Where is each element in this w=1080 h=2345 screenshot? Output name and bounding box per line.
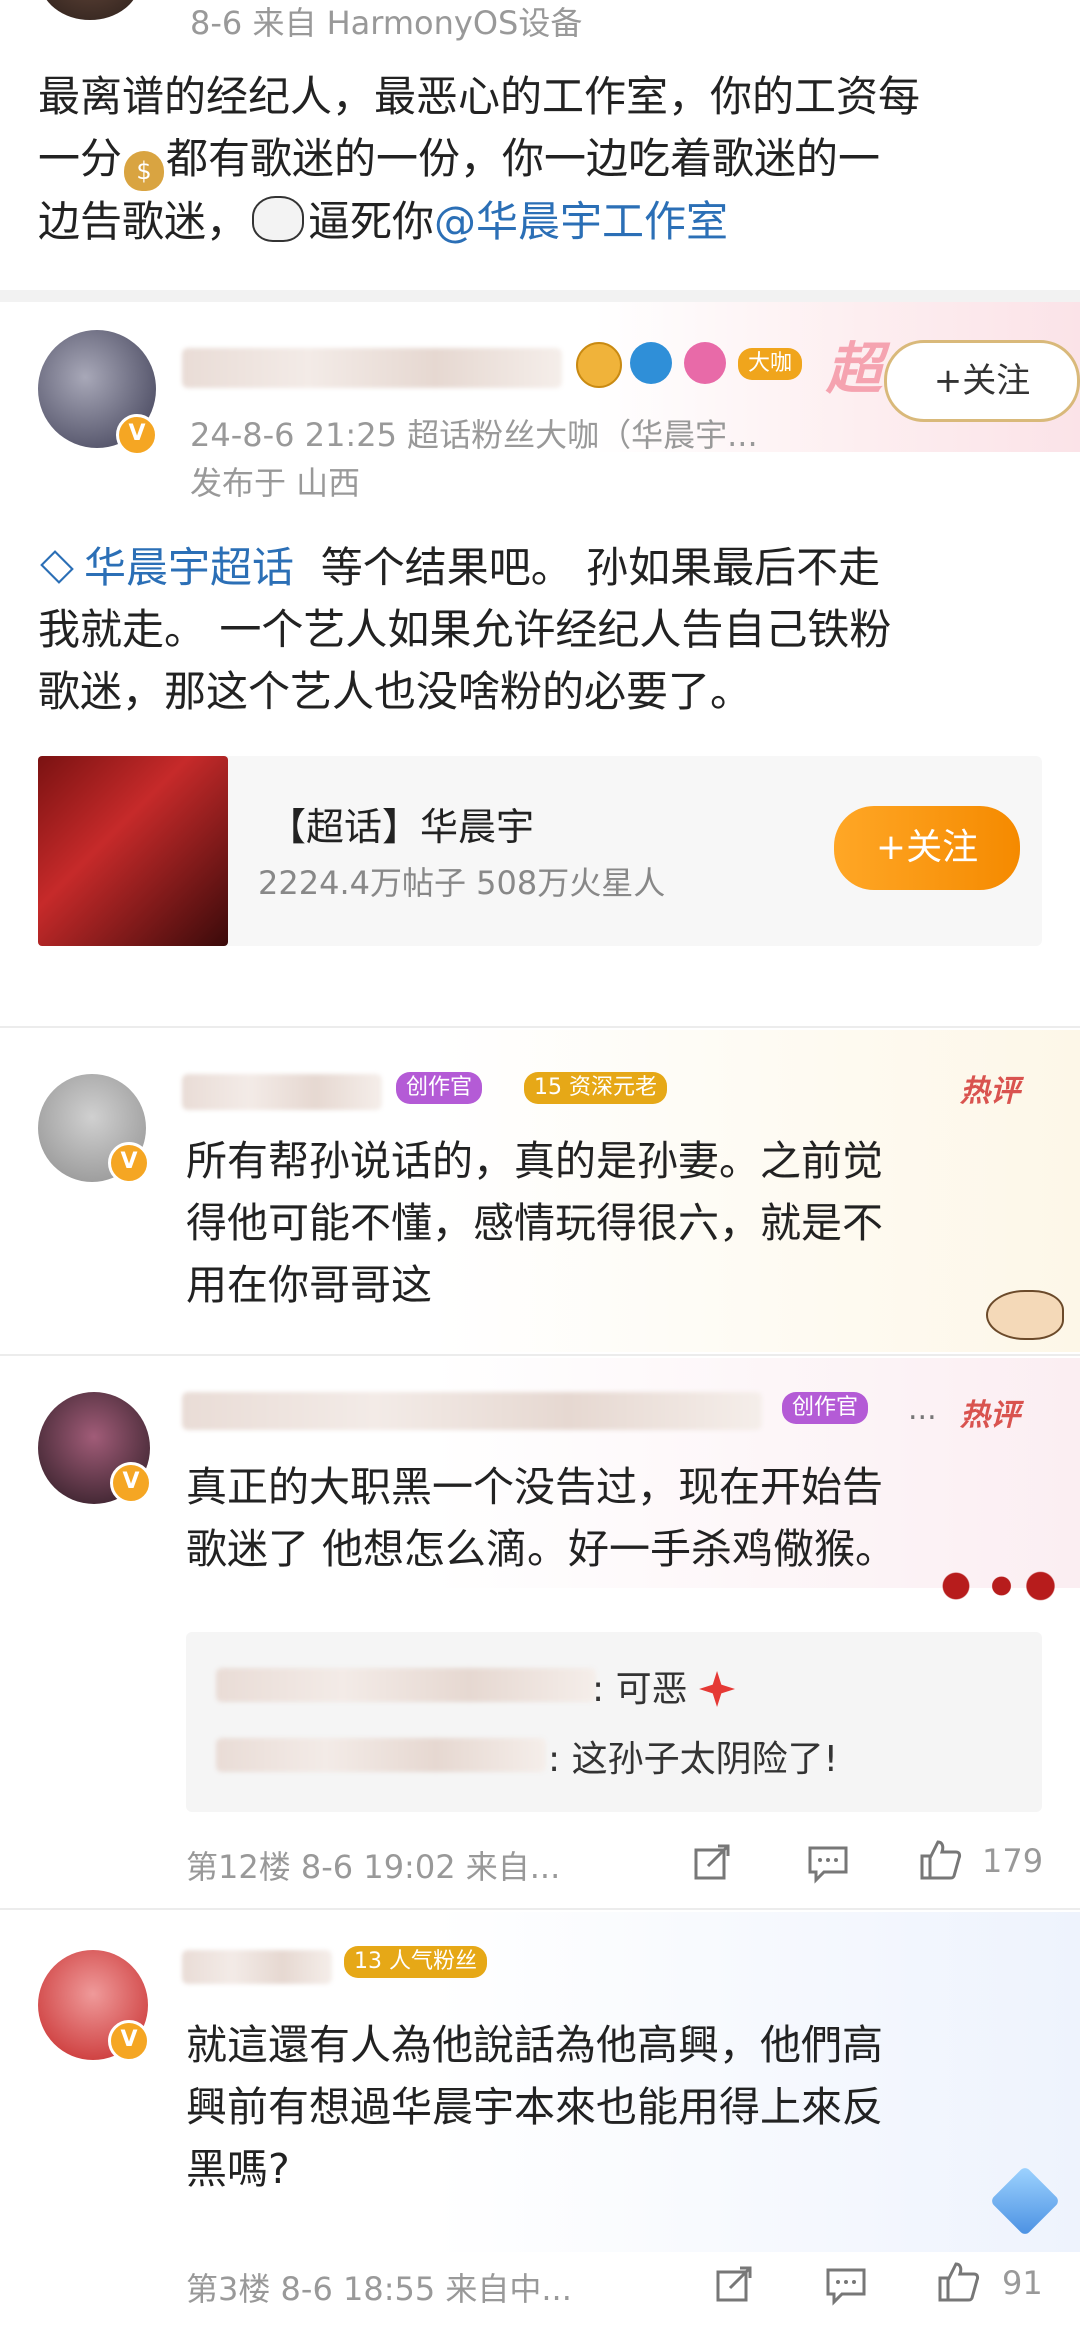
- commenter-name[interactable]: [182, 1950, 332, 1984]
- super-topic-link[interactable]: 华晨宇超话: [84, 543, 294, 592]
- reply-text: : 这孙子太阴险了!: [548, 1739, 839, 1780]
- super-topic-icon: [40, 550, 74, 584]
- like-icon[interactable]: [916, 1836, 964, 1884]
- comment-text: 就這還有人為他說話為他高興，他們高 興前有想過华晨宇本來也能用得上來反 黑嗎?: [186, 2021, 883, 2193]
- comment-text: 真正的大职黑一个没告过，现在开始告 歌迷了 他想怎么滴。好一手杀鸡儆猴。: [186, 1463, 897, 1573]
- big-shot-badge: 大咖: [738, 348, 803, 380]
- creator-badge: 创作官: [396, 1072, 483, 1104]
- hot-comment-tag: 热评: [960, 1074, 1020, 1109]
- comment-floor-info: 第3楼 8-6 18:55 来自中...: [186, 2270, 572, 2308]
- card-title: 【超话】华晨宇: [268, 805, 535, 849]
- mention-link[interactable]: @华晨宇工作室: [434, 197, 728, 246]
- gem-badge-icon: [684, 342, 726, 384]
- comment-text: 所有帮孙说话的，真的是孙妻。之前觉 得他可能不懂，感情玩得很六，就是不 用在你哥…: [186, 1137, 883, 1309]
- verified-badge-icon: V: [108, 1142, 150, 1184]
- post-text: 最离谱的经纪人，最恶心的工作室，你的工资每 一分 $ 都有歌迷的一份，你一边吃着歌迷…: [38, 72, 921, 246]
- rose-sticker-icon: [930, 1562, 1060, 1610]
- comment-floor-info: 第12楼 8-6 19:02 来自...: [186, 1848, 561, 1886]
- verified-badge-icon: V: [108, 2020, 150, 2062]
- retweet-meta-time: 24-8-6 21:25 超话粉丝大咖（华晨宇...: [190, 416, 758, 454]
- divider: [0, 1026, 1080, 1028]
- cow-face-icon: [252, 196, 305, 242]
- retweet-author-name[interactable]: [182, 348, 562, 388]
- comment-icon[interactable]: [824, 2266, 868, 2306]
- more-badges-ellipsis[interactable]: ...: [908, 1392, 937, 1427]
- commenter-name[interactable]: [182, 1392, 762, 1430]
- retweet-text: 华晨宇超话 等个结果吧。 孙如果最后不走 我就走。 一个艺人如果允许经纪人告自己…: [38, 543, 892, 716]
- super-topic-thumbnail: [38, 756, 228, 946]
- anger-icon: [699, 1671, 736, 1707]
- like-count: 91: [1002, 2264, 1043, 2302]
- card-follow-button[interactable]: +关注: [834, 806, 1020, 890]
- super-topic-watermark: 超: [826, 337, 882, 402]
- hot-comment-tag: 热评: [960, 1398, 1020, 1433]
- like-icon[interactable]: [934, 2258, 982, 2306]
- card-stats: 2224.4万帖子 508万火星人: [258, 864, 666, 902]
- crown-badge-icon: [576, 342, 622, 388]
- post-author-avatar[interactable]: [40, 0, 140, 20]
- divider: [0, 1354, 1080, 1356]
- creator-badge: 创作官: [782, 1392, 869, 1424]
- fish-sticker-icon: [986, 1290, 1064, 1340]
- follow-button[interactable]: +关注: [884, 340, 1080, 422]
- like-count: 179: [982, 1842, 1044, 1880]
- veteran-badge: 15 资深元老: [524, 1072, 668, 1104]
- popular-fan-badge: 13 人气粉丝: [344, 1946, 488, 1978]
- divider: [0, 1908, 1080, 1910]
- share-icon[interactable]: [714, 2264, 754, 2304]
- commenter-name[interactable]: [182, 1074, 382, 1110]
- money-bag-icon: $: [124, 151, 165, 191]
- post-meta: 8-6 来自 HarmonyOS设备: [190, 4, 583, 42]
- verified-badge-icon: V: [116, 414, 158, 456]
- section-separator: [0, 290, 1080, 302]
- shield-badge-icon: [630, 342, 672, 384]
- verified-badge-icon: V: [110, 1462, 152, 1504]
- reply-author[interactable]: [216, 1738, 546, 1772]
- reply-text: : 可恶: [592, 1660, 736, 1712]
- replies-box[interactable]: [186, 1632, 1042, 1812]
- retweet-meta-location: 发布于 山西: [190, 464, 361, 502]
- share-icon[interactable]: [692, 1842, 732, 1882]
- reply-author[interactable]: [216, 1668, 596, 1702]
- comment-icon[interactable]: [806, 1844, 850, 1884]
